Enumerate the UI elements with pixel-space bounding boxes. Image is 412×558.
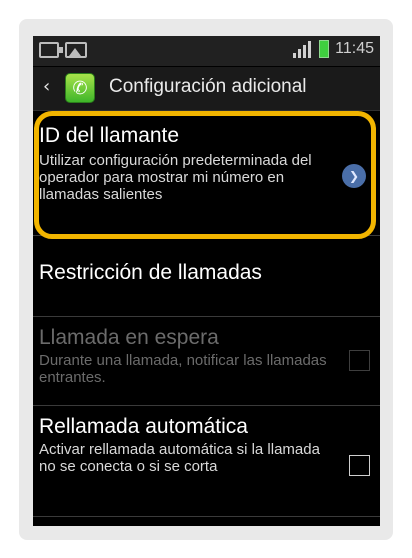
chevron-right-icon[interactable]: ❯ xyxy=(342,164,366,188)
setting-title: Restricción de llamadas xyxy=(39,261,262,284)
usb-debugging-icon xyxy=(39,42,63,58)
phone-screen: 11:45 ‹ ✆ Configuración adicional ID del… xyxy=(33,36,380,526)
status-bar-left xyxy=(39,42,87,58)
setting-call-waiting[interactable]: Llamada en espera Durante una llamada, n… xyxy=(33,318,380,406)
setting-subtitle: Activar rellamada automática si la llama… xyxy=(39,441,320,475)
setting-title: Rellamada automática xyxy=(39,415,248,438)
setting-subtitle: Utilizar configuración predeterminada de… xyxy=(39,152,312,203)
image-notification-icon xyxy=(65,42,87,58)
status-bar: 11:45 xyxy=(33,36,380,66)
setting-title: Llamada en espera xyxy=(39,326,219,349)
header-bar: ‹ ✆ Configuración adicional xyxy=(33,67,380,111)
setting-auto-redial[interactable]: Rellamada automática Activar rellamada a… xyxy=(33,407,380,517)
screenshot-frame: 11:45 ‹ ✆ Configuración adicional ID del… xyxy=(0,0,412,558)
back-arrow-icon[interactable]: ‹ xyxy=(43,76,50,97)
setting-caller-id[interactable]: ID del llamante Utilizar configuración p… xyxy=(33,112,380,236)
setting-title: ID del llamante xyxy=(39,124,180,147)
page-title: Configuración adicional xyxy=(109,76,307,97)
phone-icon[interactable]: ✆ xyxy=(65,73,95,103)
setting-subtitle: Durante una llamada, notificar las llama… xyxy=(39,352,327,386)
setting-call-restriction[interactable]: Restricción de llamadas xyxy=(33,237,380,317)
call-waiting-checkbox[interactable] xyxy=(349,350,370,371)
status-bar-right: 11:45 xyxy=(293,40,374,58)
auto-redial-checkbox[interactable] xyxy=(349,455,370,476)
battery-icon xyxy=(319,40,330,58)
signal-icon xyxy=(293,40,313,58)
status-time: 11:45 xyxy=(335,40,374,57)
